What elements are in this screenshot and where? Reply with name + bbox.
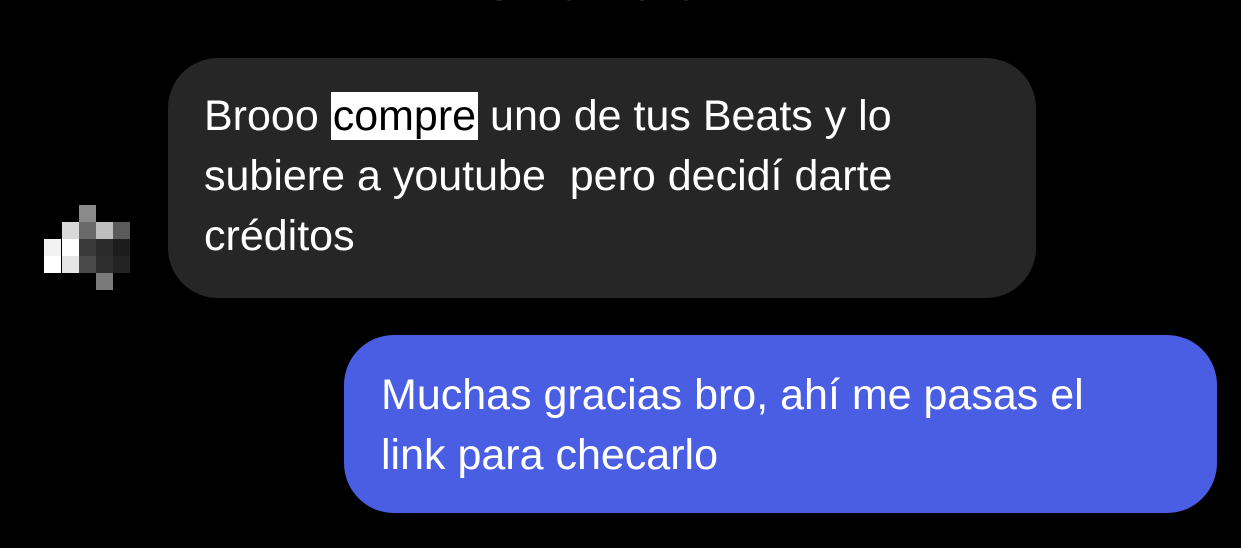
message-text: uno de tus Beats y lo xyxy=(478,92,892,140)
received-message-bubble[interactable]: Brooo compre uno de tus Beats y lo subie… xyxy=(168,58,1036,298)
message-line: Muchas gracias bro, ahí me pasas el xyxy=(381,371,1084,419)
message-line: link para checarlo xyxy=(381,431,719,479)
highlighted-word: compre xyxy=(330,92,479,140)
message-line: Brooo compre uno de tus Beats y lo xyxy=(204,86,1006,146)
message-text: Brooo xyxy=(204,92,331,140)
pixelated-avatar-icon[interactable] xyxy=(44,205,132,295)
message-line: créditos xyxy=(204,212,355,260)
chat-screen: SEP 5 AT 3:25 PM Brooo compre uno de tus… xyxy=(0,0,1241,548)
message-timestamp: SEP 5 AT 3:25 PM xyxy=(0,0,1241,8)
sent-message-bubble[interactable]: Muchas gracias bro, ahí me pasas el link… xyxy=(344,335,1217,513)
message-line: subiere a youtube pero decidí darte xyxy=(204,152,893,200)
